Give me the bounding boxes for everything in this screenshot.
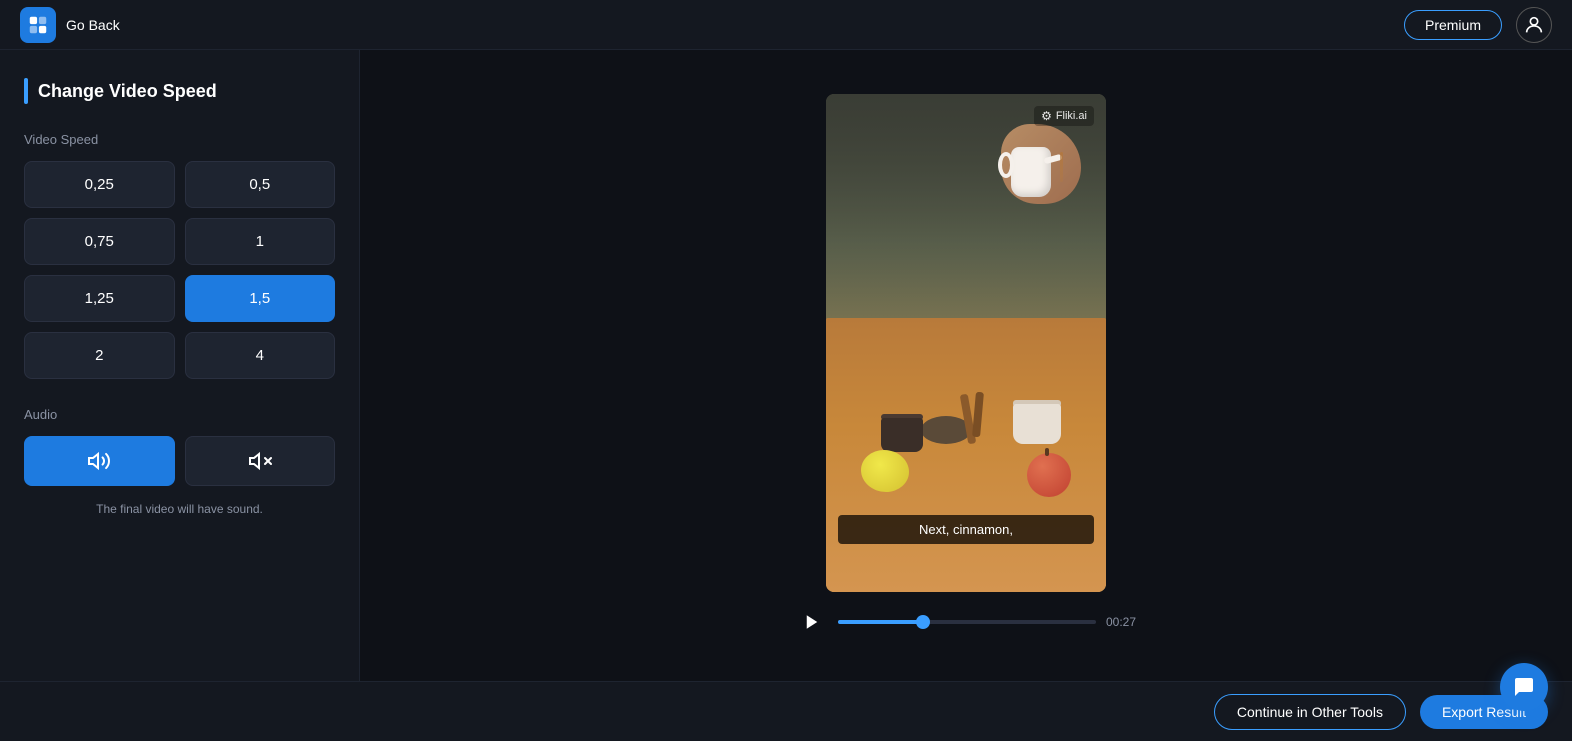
chat-bubble-button[interactable] — [1500, 663, 1548, 681]
video-container: ⚙ Fliki.ai Next, cinnamon, — [796, 94, 1136, 638]
video-scene: ⚙ Fliki.ai Next, cinnamon, — [826, 94, 1106, 592]
scene-top-bg — [826, 94, 1106, 343]
subtitle-text: Next, cinnamon, — [919, 522, 1013, 537]
sidebar-title: Change Video Speed — [38, 81, 217, 102]
sidebar-title-wrap: Change Video Speed — [24, 78, 335, 104]
topnav-left: Go Back — [20, 7, 120, 43]
play-button[interactable] — [796, 606, 828, 638]
topnav-right: Premium — [1404, 7, 1552, 43]
audio-grid — [24, 436, 335, 486]
watermark-gear-icon: ⚙ — [1041, 109, 1052, 123]
audio-section-label: Audio — [24, 407, 335, 422]
video-area: ⚙ Fliki.ai Next, cinnamon, — [360, 50, 1572, 681]
sidebar: Change Video Speed Video Speed 0,25 0,5 … — [0, 50, 360, 681]
speed-btn-0-75[interactable]: 0,75 — [24, 218, 175, 265]
speed-btn-4[interactable]: 4 — [185, 332, 336, 379]
speed-btn-1-5[interactable]: 1,5 — [185, 275, 336, 322]
pitcher-body — [1011, 147, 1051, 197]
speed-btn-0-25[interactable]: 0,25 — [24, 161, 175, 208]
sidebar-accent-bar — [24, 78, 28, 104]
speed-btn-0-5[interactable]: 0,5 — [185, 161, 336, 208]
topnav: Go Back Premium — [0, 0, 1572, 50]
cup-right — [1013, 400, 1061, 444]
go-back-link[interactable]: Go Back — [66, 17, 120, 33]
subtitle-bar: Next, cinnamon, — [838, 515, 1094, 544]
continue-in-other-tools-button[interactable]: Continue in Other Tools — [1214, 694, 1406, 730]
audio-note: The final video will have sound. — [24, 502, 335, 516]
watermark: ⚙ Fliki.ai — [1034, 106, 1094, 126]
user-avatar[interactable] — [1516, 7, 1552, 43]
app-logo — [20, 7, 56, 43]
pitcher — [1006, 132, 1056, 197]
speed-btn-1[interactable]: 1 — [185, 218, 336, 265]
speed-grid: 0,25 0,5 0,75 1 1,25 1,5 2 4 — [24, 161, 335, 379]
watermark-text: Fliki.ai — [1056, 110, 1087, 122]
speed-btn-2[interactable]: 2 — [24, 332, 175, 379]
pitcher-handle — [998, 152, 1014, 178]
fruit-lemon — [861, 450, 909, 492]
premium-button[interactable]: Premium — [1404, 10, 1502, 40]
progress-thumb — [916, 615, 930, 629]
cup-right-body — [1013, 404, 1061, 444]
progress-bar[interactable] — [838, 620, 1096, 624]
pour-stream — [1060, 152, 1063, 182]
main-content: Change Video Speed Video Speed 0,25 0,5 … — [0, 50, 1572, 681]
video-controls: 00:27 — [796, 606, 1136, 638]
bottom-bar: Continue in Other Tools Export Result — [0, 681, 1572, 741]
speed-section-label: Video Speed — [24, 132, 335, 147]
video-frame: ⚙ Fliki.ai Next, cinnamon, — [826, 94, 1106, 592]
audio-sound-off-button[interactable] — [185, 436, 336, 486]
progress-fill — [838, 620, 923, 624]
cup-left-body — [881, 418, 923, 452]
audio-sound-on-button[interactable] — [24, 436, 175, 486]
speed-btn-1-25[interactable]: 1,25 — [24, 275, 175, 322]
fruit-apple — [1027, 453, 1071, 497]
cup-left — [881, 414, 923, 452]
time-display: 00:27 — [1106, 615, 1136, 629]
